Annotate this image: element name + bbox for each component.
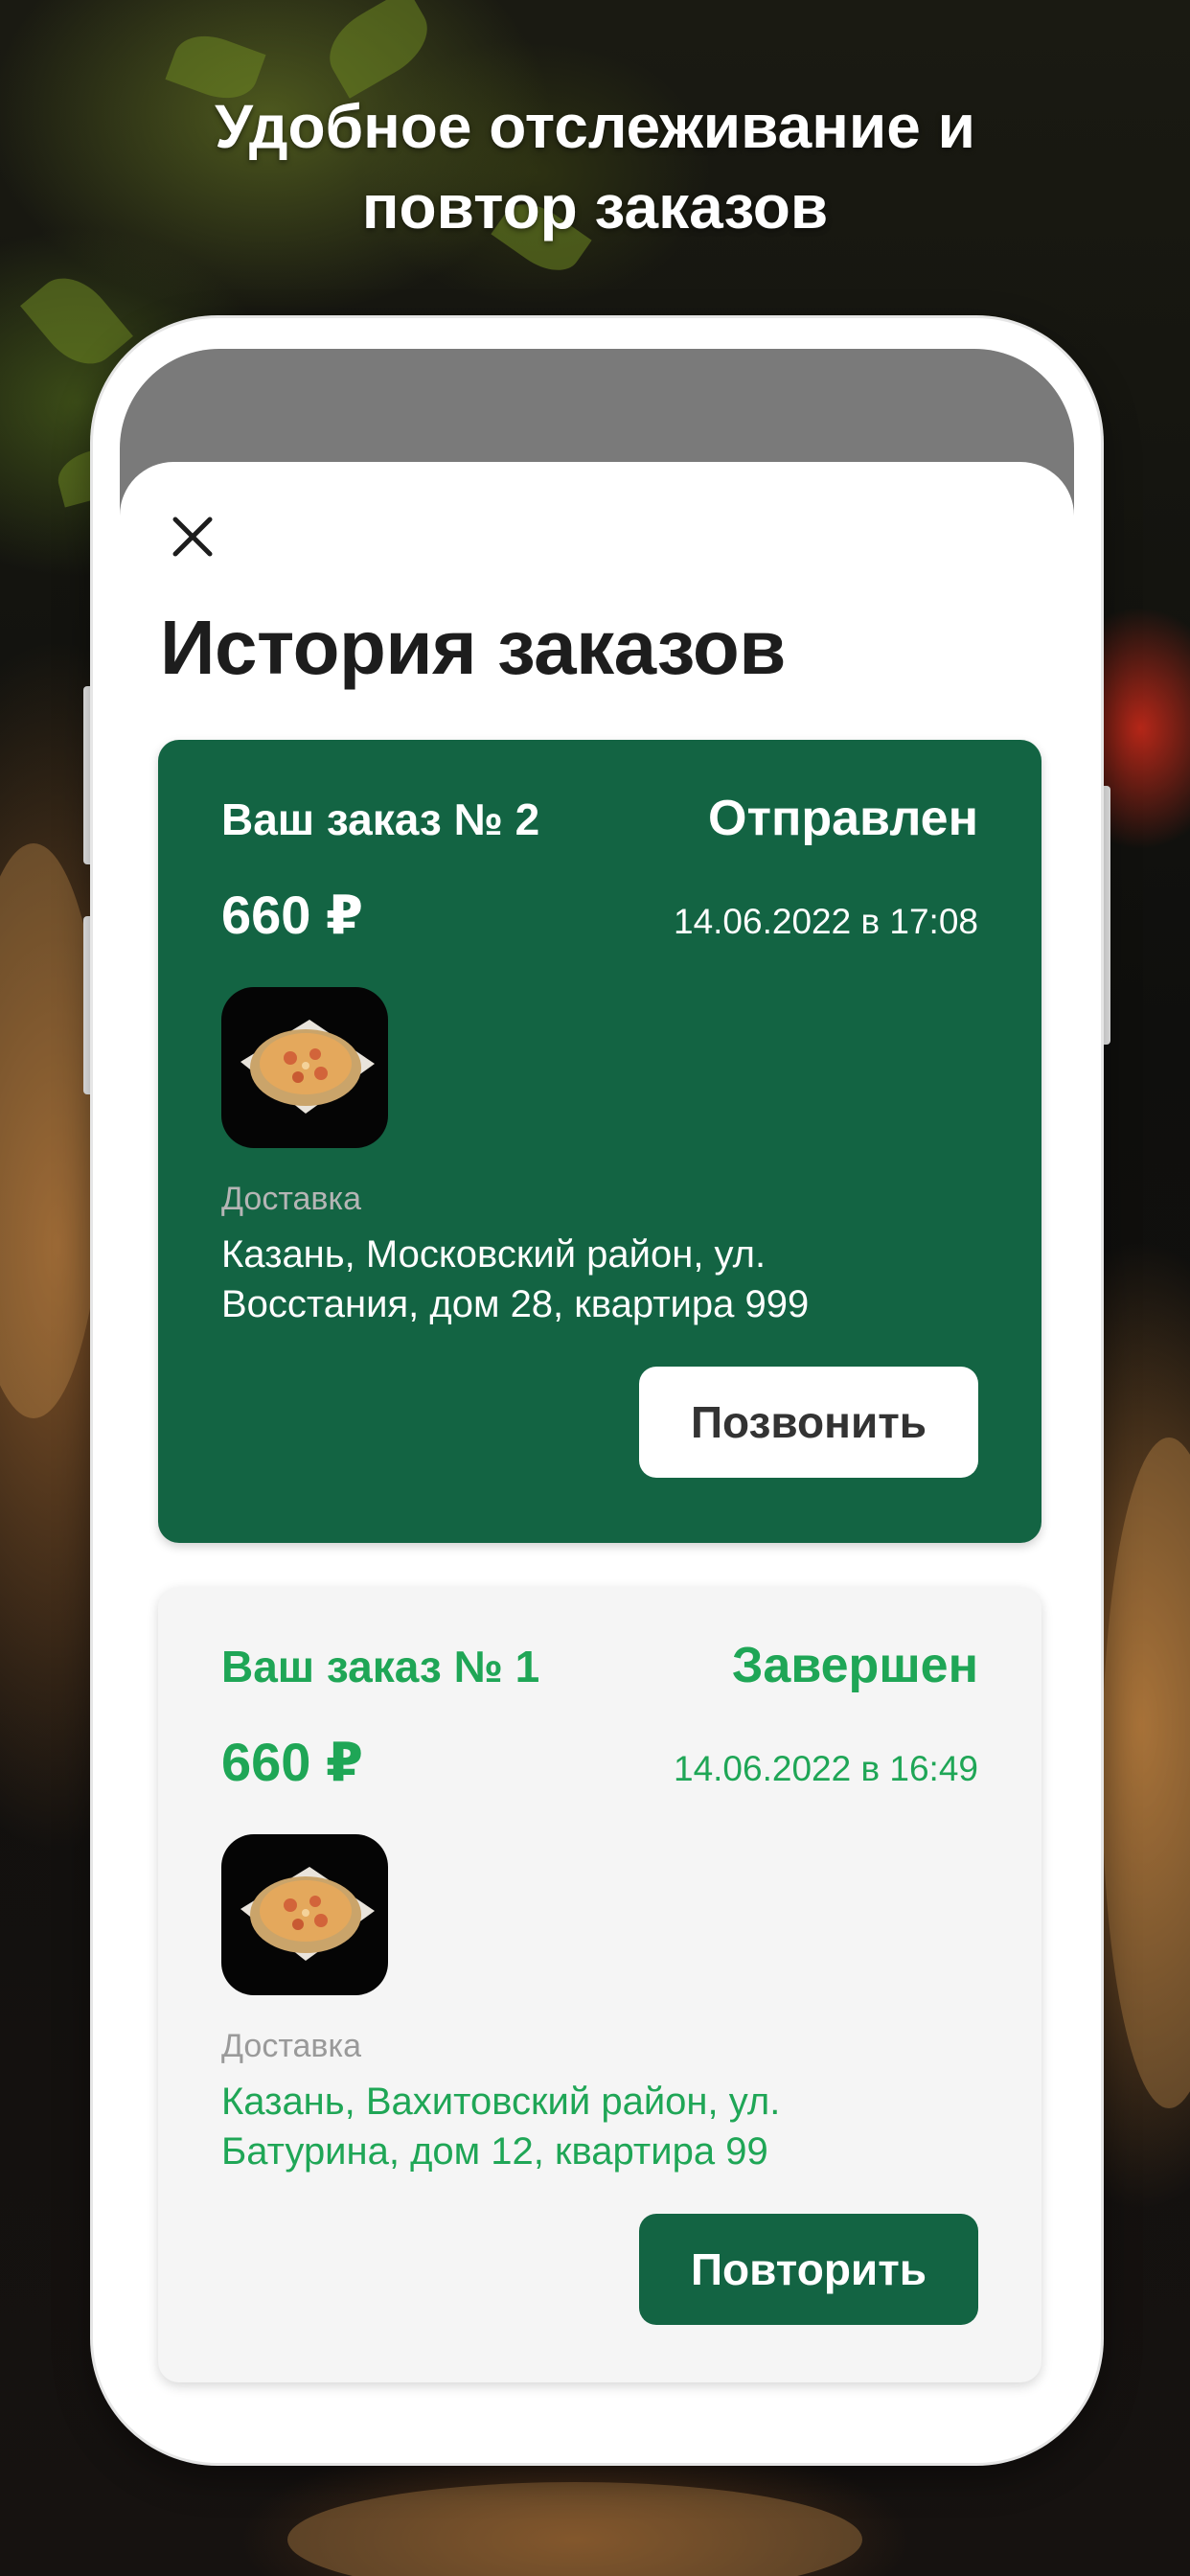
headline-line-1: Удобное отслеживание и (215, 92, 975, 161)
address-line-2: Восстания, дом 28, квартира 999 (221, 1283, 810, 1325)
delivery-label: Доставка (221, 1181, 362, 1217)
order-number: Ваш заказ № 1 (221, 1642, 540, 1691)
address-line-2: Батурина, дом 12, квартира 99 (221, 2130, 768, 2173)
close-button[interactable] (166, 510, 219, 564)
phone-frame: История заказов Ваш заказ № 2 Отправлен … (93, 318, 1101, 2463)
headline-line-2: повтор заказов (361, 172, 829, 242)
order-date: 14.06.2022 в 16:49 (674, 1749, 978, 1788)
order-status: Отправлен (708, 791, 978, 846)
order-price: 660 ₽ (221, 885, 363, 945)
order-status: Завершен (731, 1638, 978, 1693)
address-line-1: Казань, Московский район, ул. (221, 1233, 767, 1276)
order-number: Ваш заказ № 2 (221, 794, 540, 844)
order-card[interactable]: Ваш заказ № 1 Завершен 660 ₽ 14.06.2022 … (158, 1587, 1041, 2382)
order-date: 14.06.2022 в 17:08 (674, 902, 978, 941)
delivery-address: Казань, Вахитовский район, ул. Батурина,… (221, 2077, 978, 2176)
delivery-address: Казань, Московский район, ул. Восстания,… (221, 1230, 978, 1329)
promo-headline: Удобное отслеживание и повтор заказов (0, 86, 1190, 247)
phone-screen: История заказов Ваш заказ № 2 Отправлен … (120, 349, 1074, 2434)
order-price: 660 ₽ (221, 1732, 363, 1792)
pizza-thumbnail (221, 1834, 388, 1995)
order-card[interactable]: Ваш заказ № 2 Отправлен 660 ₽ 14.06.2022… (158, 740, 1041, 1543)
delivery-label: Доставка (221, 2028, 362, 2064)
page-title: История заказов (160, 605, 786, 690)
order-history-sheet: История заказов Ваш заказ № 2 Отправлен … (120, 462, 1074, 2434)
repeat-order-button[interactable]: Повторить (639, 2214, 978, 2325)
close-icon (172, 517, 213, 557)
address-line-1: Казань, Вахитовский район, ул. (221, 2081, 781, 2123)
pizza-thumbnail (221, 987, 388, 1148)
call-button[interactable]: Позвонить (639, 1367, 978, 1478)
